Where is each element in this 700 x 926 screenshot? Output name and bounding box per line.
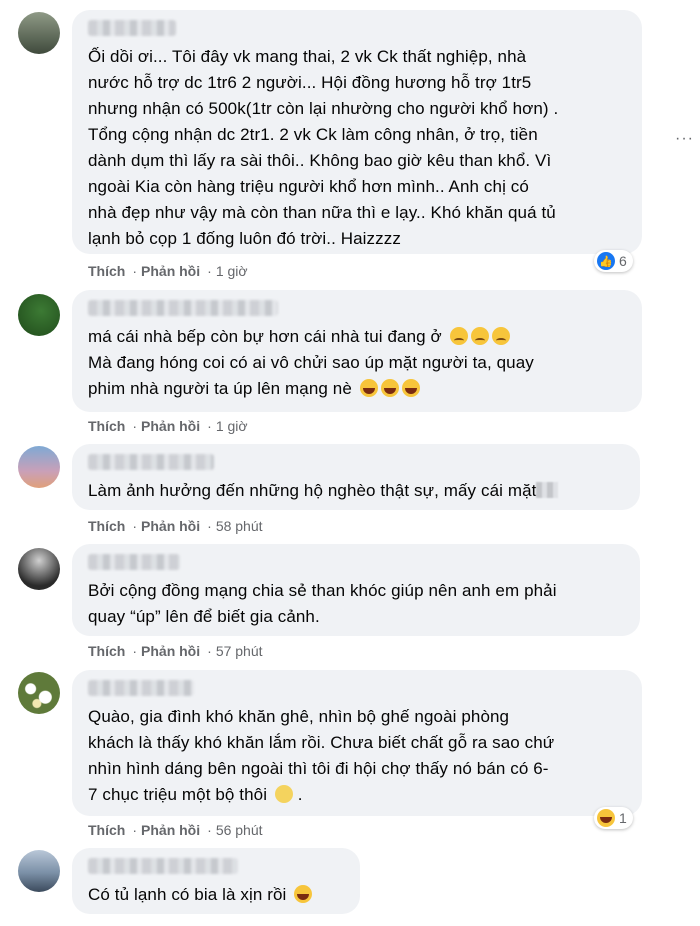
comment-text-content: Làm ảnh hưởng đến những hộ nghèo thật sự… [88,481,537,500]
like-icon: 👍 [597,252,615,270]
reaction-count-badge[interactable]: 1 [594,807,633,829]
author-name-blurred[interactable] [88,454,214,470]
author-name-blurred[interactable] [88,554,180,570]
haha-reaction-icon [597,809,615,827]
sad-emoji-icon [470,327,489,345]
comment-text-line-2: Mà đang hóng coi có ai vô chửi sao úp mặ… [88,353,534,398]
comment-text-content: Quào, gia đình khó khăn ghê, nhìn bộ ghế… [88,707,555,804]
avatar[interactable] [18,12,60,54]
laughing-emoji-icon [359,379,378,397]
comment-time[interactable]: 58 phút [216,518,263,534]
comment-time[interactable]: 57 phút [216,643,263,659]
comment-actions: Thích · Phản hồi · 1 giờ [88,418,248,434]
reaction-count: 6 [619,253,627,269]
comment-text: Làm ảnh hưởng đến những hộ nghèo thật sự… [88,478,624,504]
comment-bubble: Bởi cộng đồng mạng chia sẻ than khóc giú… [72,544,640,636]
reply-button[interactable]: Phản hồi [141,418,200,434]
like-button[interactable]: Thích [88,418,125,434]
comment-bubble: Làm ảnh hưởng đến những hộ nghèo thật sự… [72,444,640,510]
censored-text-blur [536,482,559,498]
laughing-emoji-icon [294,885,313,903]
author-name-blurred[interactable] [88,858,238,874]
comment-text: Có tủ lạnh có bia là xịn rồi [88,882,344,908]
reaction-count-badge[interactable]: 👍 6 [594,250,633,272]
like-button[interactable]: Thích [88,643,125,659]
comment-text: Quào, gia đình khó khăn ghê, nhìn bộ ghế… [88,707,555,804]
more-options-icon[interactable]: ··· [675,130,694,148]
comment-bubble: má cái nhà bếp còn bự hơn cái nhà tui đa… [72,290,642,412]
avatar[interactable] [18,672,60,714]
reply-button[interactable]: Phản hồi [141,263,200,279]
avatar[interactable] [18,446,60,488]
laughing-emoji-icon [380,379,399,397]
comment-bubble: Quào, gia đình khó khăn ghê, nhìn bộ ghế… [72,670,642,816]
comment-text: má cái nhà bếp còn bự hơn cái nhà tui đa… [88,324,626,402]
reply-button[interactable]: Phản hồi [141,518,200,534]
comment-actions: Thích · Phản hồi · 1 giờ [88,263,248,279]
comment-bubble: Ối dồi ơi... Tôi đây vk mang thai, 2 vk … [72,10,642,254]
like-button[interactable]: Thích [88,263,125,279]
comment-text: Ối dồi ơi... Tôi đây vk mang thai, 2 vk … [88,47,559,248]
sad-emoji-icon [449,327,468,345]
comment-actions: Thích · Phản hồi · 57 phút [88,643,263,659]
author-name-blurred[interactable] [88,680,194,696]
comment-text-line-1: má cái nhà bếp còn bự hơn cái nhà tui đa… [88,327,442,346]
comment-actions: Thích · Phản hồi · 56 phút [88,822,263,838]
avatar[interactable] [18,548,60,590]
like-button[interactable]: Thích [88,822,125,838]
comment-time[interactable]: 1 giờ [216,418,248,434]
moon-face-emoji-icon [274,785,293,803]
like-button[interactable]: Thích [88,518,125,534]
comment-bubble: Có tủ lạnh có bia là xịn rồi [72,848,360,914]
comment-time[interactable]: 1 giờ [216,263,248,279]
author-name-blurred[interactable] [88,300,278,316]
avatar[interactable] [18,294,60,336]
author-name-blurred[interactable] [88,20,176,36]
comment-actions: Thích · Phản hồi · 58 phút [88,518,263,534]
reaction-count: 1 [619,810,627,826]
laughing-emoji-icon [401,379,420,397]
comment-text-content: Có tủ lạnh có bia là xịn rồi [88,885,287,904]
reply-button[interactable]: Phản hồi [141,643,200,659]
comment-time[interactable]: 56 phút [216,822,263,838]
comment-text: Bởi cộng đồng mạng chia sẻ than khóc giú… [88,581,557,626]
sad-emoji-icon [491,327,510,345]
avatar[interactable] [18,850,60,892]
reply-button[interactable]: Phản hồi [141,822,200,838]
